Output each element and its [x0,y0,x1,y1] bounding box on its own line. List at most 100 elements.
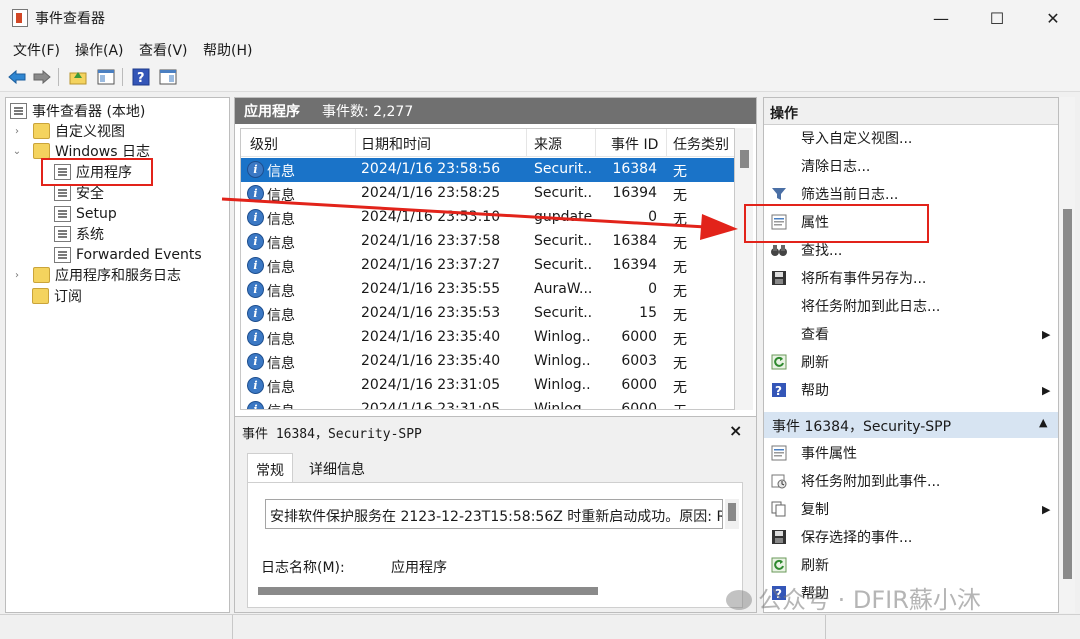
table-row[interactable]: i信息 2024/1/16 23:31:05 Winlog... 6000 无 [241,398,734,409]
log-icon [54,226,71,242]
annotation-box-properties [744,204,929,243]
action-label: 将所有事件另存为... [801,271,927,287]
detail-horizontal-scrollbar[interactable] [258,587,598,595]
action-attach-task-log[interactable]: 将任务附加到此日志... [764,292,1058,320]
chevron-right-icon[interactable]: › [11,126,23,137]
cell-source: AuraW... [534,281,592,297]
action-copy[interactable]: 复制 ▶ [764,495,1058,523]
event-detail-pane: 事件 16384，Security-SPP × 常规 详细信息 安排软件保护服务… [235,416,756,612]
action-save-selected-events[interactable]: 保存选择的事件... [764,523,1058,551]
table-row[interactable]: i 信息 2024/1/16 23:37:58 Securit... 16384 无 [241,230,734,254]
minimize-button[interactable]: — [918,0,964,36]
cell-event-id: 0 [648,281,657,297]
toolbar-separator [58,68,59,86]
table-row[interactable]: i 信息 2024/1/16 23:35:40 Winlog... 6000 无 [241,326,734,350]
cell-task-category: 无 [673,236,687,252]
cell-level: 信息 [267,308,295,324]
column-level[interactable]: 级别 [250,134,278,154]
table-row[interactable]: i 信息 2024/1/16 23:58:25 Securit... 16394 无 [241,182,734,206]
log-name-value: 应用程序 [391,560,447,576]
detail-close-icon[interactable]: × [729,421,742,440]
column-datetime[interactable]: 日期和时间 [361,134,431,154]
event-viewer-icon [10,103,27,119]
close-button[interactable]: ✕ [1030,0,1076,36]
menu-help[interactable]: 帮助(H) [203,40,252,60]
table-row[interactable]: i 信息 2024/1/16 23:58:56 Securit... 16384 无 [241,158,734,182]
column-event-id[interactable]: 事件 ID [611,134,658,154]
info-icon: i [247,401,264,409]
folder-icon [33,267,50,283]
menu-action[interactable]: 操作(A) [75,40,124,60]
log-icon [54,185,71,201]
menu-view[interactable]: 查看(V) [139,40,188,60]
actions-scrollbar[interactable] [1059,97,1075,613]
tab-details[interactable]: 详细信息 [301,453,373,483]
table-row[interactable]: i信息 2024/1/16 23:31:05 Winlog... 6000 无 [241,374,734,398]
info-icon: i [247,281,264,298]
cell-level: 信息 [267,380,295,396]
show-hide-tree-icon[interactable] [95,66,117,88]
grid-header: 级别 日期和时间 来源 事件 ID 任务类别 [241,129,734,157]
action-label: 清除日志... [801,159,871,175]
table-row[interactable]: i 信息 2024/1/16 23:35:53 Securit... 15 无 [241,302,734,326]
message-scrollbar[interactable] [725,499,739,529]
tree-item-setup[interactable]: Setup [54,204,117,224]
action-save-all-events[interactable]: 将所有事件另存为... [764,264,1058,292]
action-event-properties[interactable]: 事件属性 [764,439,1058,467]
table-row[interactable]: i 信息 2024/1/16 23:53:10 gupdate 0 无 [241,206,734,230]
action-attach-task-event[interactable]: 将任务附加到此事件... [764,467,1058,495]
back-arrow-icon[interactable] [6,66,28,88]
show-hide-action-pane-icon[interactable] [157,66,179,88]
table-row[interactable]: i 信息 2024/1/16 23:35:40 Winlog... 6003 无 [241,350,734,374]
cell-task-category: 无 [673,356,687,372]
cell-datetime: 2024/1/16 23:35:40 [361,353,501,369]
tree-item-label: 自定义视图 [55,124,125,140]
event-count: 事件数: 2,277 [322,104,414,120]
menu-file[interactable]: 文件(F) [13,40,60,60]
event-list-scrollbar[interactable] [735,128,753,410]
maximize-button[interactable]: ☐ [974,0,1020,36]
info-icon: i [247,305,264,322]
wechat-icon [726,590,752,610]
up-folder-icon[interactable] [67,66,89,88]
collapse-caret-icon[interactable]: ▲ [1039,416,1047,429]
action-label: 查看 [801,327,829,343]
tree-item-root[interactable]: 事件查看器 (本地) [10,101,145,121]
cell-task-category: 无 [673,164,687,180]
cell-event-id: 15 [639,305,657,321]
column-task-category[interactable]: 任务类别 [673,134,729,154]
action-help[interactable]: ? 帮助 ▶ [764,376,1058,404]
tree-item-custom-views[interactable]: › 自定义视图 [11,121,125,141]
help-icon[interactable]: ? [130,66,152,88]
cell-task-category: 无 [673,260,687,276]
action-event-refresh[interactable]: 刷新 [764,551,1058,579]
column-source[interactable]: 来源 [534,134,562,154]
tree-item-forwarded-events[interactable]: Forwarded Events [54,245,202,265]
table-row[interactable]: i 信息 2024/1/16 23:37:27 Securit... 16394 无 [241,254,734,278]
actions-header: 操作 [764,98,1058,125]
tab-general[interactable]: 常规 [247,453,293,483]
event-message[interactable]: 安排软件保护服务在 2123-12-23T15:58:56Z 时重新启动成功。原… [265,499,723,529]
cell-level: 信息 [267,188,295,204]
tree-item-system[interactable]: 系统 [54,224,104,244]
submenu-arrow-icon: ▶ [1042,383,1051,397]
cell-datetime: 2024/1/16 23:58:25 [361,185,501,201]
action-import-custom-view[interactable]: 导入自定义视图... [764,124,1058,152]
chevron-right-icon[interactable]: › [11,270,23,281]
action-clear-log[interactable]: 清除日志... [764,152,1058,180]
event-actions-section-header[interactable]: 事件 16384，Security-SPP ▲ [764,412,1058,438]
tree-item-apps-services-logs[interactable]: › 应用程序和服务日志 [11,265,181,285]
cell-task-category: 无 [673,401,687,409]
event-list-panel: 应用程序 事件数: 2,277 级别 日期和时间 来源 事件 ID 任务类别 i… [234,97,757,613]
tree-item-security[interactable]: 安全 [54,183,104,203]
table-row[interactable]: i 信息 2024/1/16 23:35:55 AuraW... 0 无 [241,278,734,302]
chevron-down-icon[interactable]: ⌄ [11,146,23,157]
action-view[interactable]: 查看 ▶ [764,320,1058,348]
action-refresh[interactable]: 刷新 [764,348,1058,376]
tree-item-subscriptions[interactable]: 订阅 [32,286,82,306]
title-bar: 事件查看器 — ☐ ✕ [0,0,1080,36]
forward-arrow-icon[interactable] [31,66,53,88]
cell-event-id: 16394 [612,257,657,273]
action-label: 导入自定义视图... [801,131,913,147]
action-label: 筛选当前日志... [801,187,899,203]
